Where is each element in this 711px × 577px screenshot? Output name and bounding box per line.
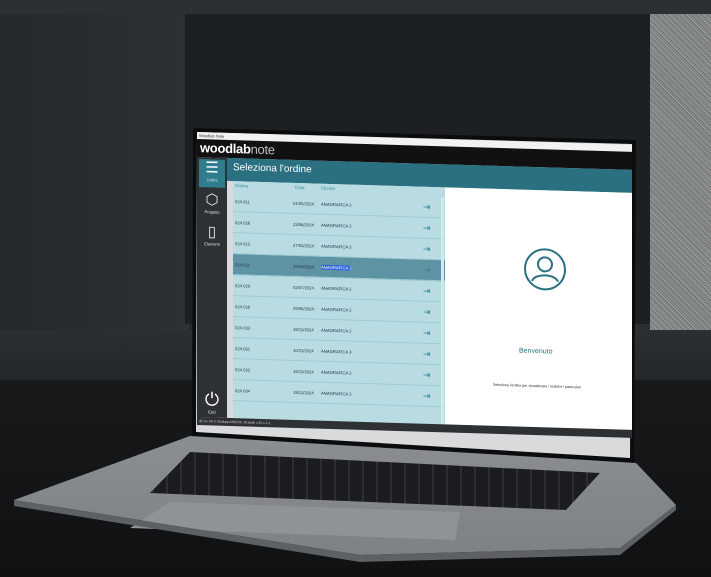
open-order-icon[interactable]: ⇥ — [423, 328, 431, 339]
cell-cliente: ANAGRAFICA 2 — [321, 264, 352, 271]
cabinet-icon: ▯ — [207, 223, 217, 241]
sidebar-item-label: Elementi — [204, 241, 220, 247]
menu-icon: ☰ — [205, 159, 219, 177]
sidebar-item-label: Ordini — [206, 177, 218, 183]
cell-data: 25/04/2024 — [293, 263, 314, 270]
exit-button[interactable]: ⏻ Esci — [199, 389, 225, 418]
cell-data: 25/06/2024 — [293, 305, 314, 312]
open-order-icon[interactable]: ⇥ — [423, 370, 431, 381]
wall-panel-left — [0, 14, 191, 334]
app-window: Woodlab Note woodlabnote ☰ Ordini ⬡ Prog… — [197, 132, 632, 445]
cell-ordine: 024.028 — [235, 304, 251, 310]
sidebar-item-elementi[interactable]: ▯ Elementi — [199, 223, 225, 252]
cube-icon: ⬡ — [205, 191, 219, 209]
cell-ordine: 024.021 — [235, 262, 251, 268]
brand-name-light: note — [250, 141, 275, 158]
photo-scene: Woodlab Note woodlabnote ☰ Ordini ⬡ Prog… — [0, 0, 711, 577]
cell-data: 19/11/2024 — [293, 368, 314, 375]
cell-ordine: 024.032 — [235, 367, 251, 373]
brand-logo: woodlabnote — [200, 140, 275, 157]
open-order-icon[interactable]: ⇥ — [423, 202, 431, 213]
window-title: Woodlab Note — [199, 133, 225, 139]
open-order-icon[interactable]: ⇥ — [423, 286, 431, 297]
open-order-icon[interactable]: ⇥ — [423, 244, 431, 255]
power-icon: ⏻ — [204, 389, 220, 410]
cell-cliente: ANAGRAFICA 3 — [321, 348, 352, 355]
page-title: Seleziona l'ordine — [233, 162, 312, 176]
status-text: @ srv-09 C:\Sviluppo\DEV\0_W.xpdb v.25.1… — [199, 419, 271, 426]
open-order-icon[interactable]: ⇥ — [423, 391, 431, 402]
cell-ordine: 024.033 — [235, 325, 251, 331]
cell-cliente: ANAGRAFICA 2 — [321, 306, 352, 313]
cell-data: 23/06/2024 — [293, 221, 314, 228]
cell-cliente: ANAGRAFICA 3 — [321, 243, 352, 250]
cell-ordine: 024.029 — [235, 283, 251, 289]
sidebar-item-label: Progetto — [204, 209, 220, 215]
exit-label: Esci — [208, 409, 216, 415]
cell-data: 10/11/2024 — [293, 347, 314, 354]
cell-cliente: ANAGRAFICA 2 — [321, 222, 352, 229]
cell-ordine: 024.026 — [235, 220, 251, 226]
list-scrollbar[interactable] — [441, 197, 444, 426]
cell-data: 27/03/2024 — [293, 242, 314, 249]
order-rows: 024.011 01/05/2024 ANAGRAFICA 3 ⇥ 024.026 23… — [233, 191, 445, 408]
cell-ordine: 024.011 — [235, 199, 250, 205]
wall-top-strip — [0, 0, 711, 14]
cell-ordine: 024.034 — [235, 388, 251, 394]
cell-data: 19/11/2024 — [293, 389, 314, 396]
welcome-title: Benvenuto — [519, 347, 553, 356]
sidebar: ☰ Ordini ⬡ Progetto ▯ Elementi ⏻ Esci — [197, 157, 227, 418]
user-avatar-icon — [524, 248, 566, 291]
open-order-icon[interactable]: ⇥ — [423, 223, 431, 234]
column-header-ordine[interactable]: Ordine — [235, 183, 249, 188]
column-header-data[interactable]: Data — [295, 185, 305, 190]
open-order-icon[interactable]: ⇥ — [423, 349, 431, 360]
welcome-panel — [445, 187, 632, 433]
brand-name-bold: woodlab — [200, 140, 251, 157]
cell-cliente: ANAGRAFICA 2 — [321, 327, 352, 334]
cell-data: 18/11/2024 — [293, 326, 314, 333]
cell-data: 02/07/2024 — [293, 284, 314, 291]
sidebar-item-progetto[interactable]: ⬡ Progetto — [199, 191, 225, 220]
open-order-icon[interactable]: ⇥ — [423, 265, 431, 276]
cell-cliente: ANAGRAFICA 3 — [321, 201, 352, 208]
cell-cliente: ANAGRAFICA 3 — [321, 390, 352, 397]
cell-cliente: ANAGRAFICA 2 — [321, 369, 352, 376]
cell-ordine: 024.031 — [235, 346, 251, 352]
cell-ordine: 024.013 — [235, 241, 251, 247]
sidebar-item-ordini[interactable]: ☰ Ordini — [199, 159, 225, 188]
column-header-cliente[interactable]: Cliente — [321, 186, 335, 191]
cell-data: 01/05/2024 — [293, 200, 314, 207]
open-order-icon[interactable]: ⇥ — [423, 307, 431, 318]
cell-cliente: ANAGRAFICA 2 — [321, 285, 352, 292]
